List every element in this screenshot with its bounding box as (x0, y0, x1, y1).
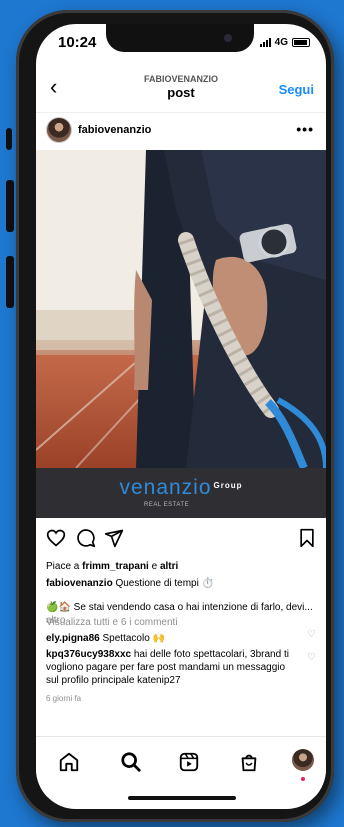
battery-icon (292, 38, 310, 47)
comment-heart-icon[interactable]: ♡ (307, 652, 316, 663)
follow-button[interactable]: Segui (279, 82, 314, 97)
brand-subtitle: REAL ESTATE (144, 502, 190, 508)
post-username[interactable]: fabiovenanzio (78, 124, 151, 136)
notch (106, 24, 254, 52)
screen: 10:24 4G ‹ FABIOVENANZIO post Segui fabi… (36, 24, 326, 809)
likes-prefix: Piace a (46, 561, 83, 572)
side-button-silent (6, 128, 12, 150)
top-nav: ‹ FABIOVENANZIO post Segui (36, 70, 326, 106)
likes-line: Piace a frimm_trapani e altri (46, 560, 316, 573)
caption: fabiovenanzio Questione di tempi ⏱️ (46, 577, 316, 590)
share-icon[interactable] (104, 528, 124, 548)
avatar[interactable] (46, 117, 72, 143)
profile-notification-dot (301, 777, 305, 781)
caption-text: Questione di tempi ⏱️ (112, 578, 215, 589)
comment-user[interactable]: kpq376ucy938xxc (46, 649, 131, 660)
comment-icon[interactable] (76, 528, 96, 548)
status-indicators: 4G (259, 37, 310, 48)
reels-icon[interactable] (178, 751, 200, 773)
brand-logo: venanzio Group (36, 476, 326, 500)
shop-icon[interactable] (238, 751, 260, 773)
comment-text: Spettacolo 🙌 (99, 633, 166, 644)
status-time: 10:24 (58, 34, 97, 51)
post-actions (46, 528, 316, 552)
likes-mid: e (148, 561, 160, 572)
comment-heart-icon[interactable]: ♡ (307, 629, 316, 640)
post-timestamp: 6 giorni fa (46, 694, 82, 703)
camera-icon (224, 34, 232, 42)
caption-line2: 🍏🏠 Se stai vendendo casa o hai intenzion… (46, 602, 313, 613)
comment-row: kpq376ucy938xxc hai delle foto spettacol… (46, 648, 300, 687)
comment-user[interactable]: ely.pigna86 (46, 633, 100, 644)
view-all-comments[interactable]: Visualizza tutti e 6 i commenti (46, 616, 316, 629)
home-indicator[interactable] (128, 796, 236, 800)
brand-group: Group (213, 481, 243, 490)
profile-icon[interactable] (292, 749, 314, 771)
side-button-volume-up (6, 180, 14, 232)
home-icon[interactable] (58, 751, 80, 773)
likes-user[interactable]: frimm_trapani (82, 561, 149, 572)
bookmark-icon[interactable] (298, 528, 316, 548)
post-photo[interactable] (36, 150, 326, 468)
side-button-volume-down (6, 256, 14, 308)
bottom-tab-bar (36, 736, 326, 797)
signal-icon (259, 38, 271, 47)
brand-name: venanzio (119, 476, 212, 499)
network-label: 4G (274, 37, 288, 48)
post-header: fabiovenanzio ••• (36, 112, 326, 147)
heart-icon[interactable] (46, 528, 66, 548)
caption-user[interactable]: fabiovenanzio (46, 578, 113, 589)
likes-others[interactable]: altri (160, 561, 178, 572)
tennis-photo (36, 150, 326, 468)
brand-banner: venanzio Group REAL ESTATE (36, 468, 326, 518)
more-icon[interactable]: ••• (296, 121, 314, 137)
search-icon[interactable] (120, 751, 142, 773)
comment-row: ely.pigna86 Spettacolo 🙌 (46, 632, 300, 645)
